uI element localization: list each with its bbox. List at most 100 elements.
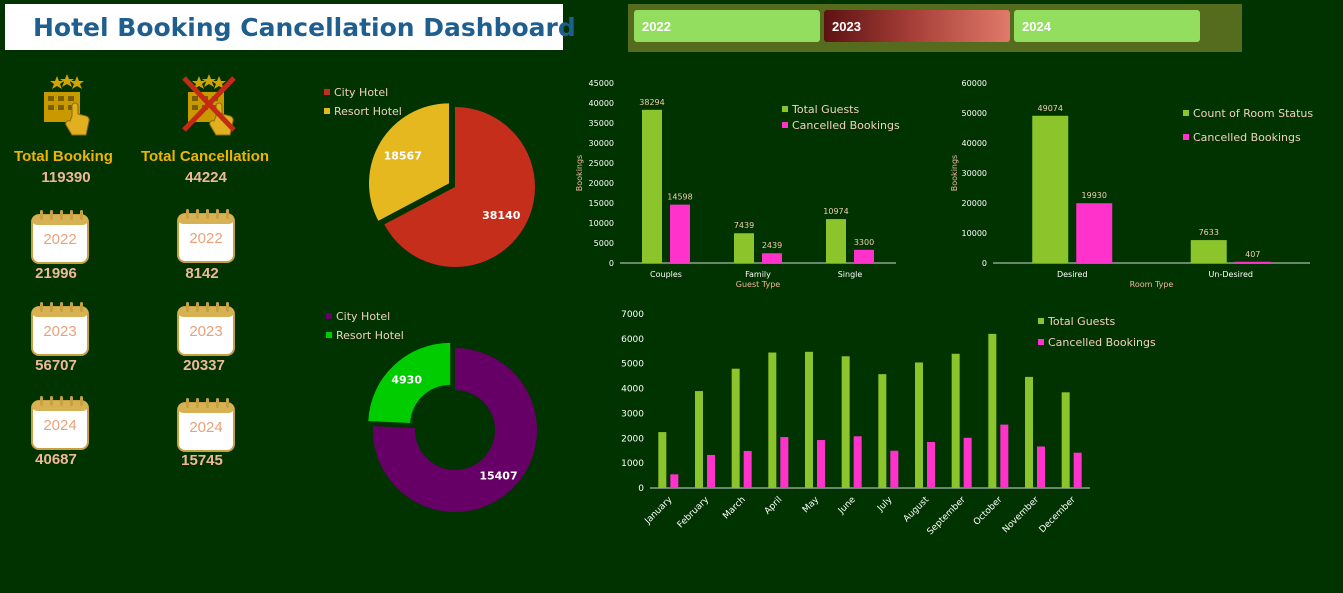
bar-total-guests-august bbox=[915, 362, 923, 488]
year-button-2022[interactable]: 2022 bbox=[634, 10, 820, 42]
y-tick-label: 7000 bbox=[621, 310, 644, 320]
x-tick-label-june: June bbox=[836, 495, 858, 517]
bar-cancelled-bookings-march bbox=[743, 450, 752, 488]
calendar-year: 2024 bbox=[189, 419, 223, 436]
bar-count-of-room-status-un-desired bbox=[1190, 240, 1227, 263]
bar-total-guests-couples bbox=[642, 109, 662, 263]
total-booking-label: Total Booking bbox=[14, 148, 113, 165]
bar-total-guests-may bbox=[805, 351, 813, 488]
legend-swatch-cancelled-bookings bbox=[1183, 134, 1189, 140]
legend-swatch-total-guests bbox=[782, 106, 788, 112]
data-label: 38294 bbox=[639, 98, 664, 107]
data-label: 407 bbox=[1245, 250, 1260, 259]
calendar-2022-cancellations: 2022 bbox=[177, 208, 235, 264]
calendar-2024-cancellations: 2024 bbox=[177, 397, 235, 453]
y-tick-label: 20000 bbox=[962, 199, 987, 208]
bar-total-guests-march bbox=[731, 368, 740, 488]
dashboard-header: Hotel Booking Cancellation Dashboard bbox=[5, 4, 576, 50]
calendar-2022-bookings: 2022 bbox=[31, 209, 89, 265]
y-axis-label: Bookings bbox=[950, 155, 959, 191]
cancellation-2024-value: 15745 bbox=[181, 452, 223, 469]
legend-cancelled-bookings: Cancelled Bookings bbox=[1193, 131, 1301, 144]
legend-cancelled-bookings: Cancelled Bookings bbox=[1048, 336, 1156, 349]
hotel-booking-icon bbox=[44, 74, 90, 136]
x-tick-label-august: August bbox=[902, 495, 932, 525]
x-axis-label: Room Type bbox=[1130, 280, 1174, 289]
bar-cancelled-bookings-july bbox=[890, 450, 899, 488]
x-tick-label-may: May bbox=[801, 495, 822, 516]
bar-cancelled-bookings-family bbox=[762, 253, 782, 263]
y-tick-label: 35000 bbox=[589, 119, 614, 128]
y-tick-label: 4000 bbox=[621, 385, 644, 395]
calendar-year: 2022 bbox=[189, 230, 223, 247]
data-label-city-hotel: 38140 bbox=[482, 209, 521, 222]
x-tick-label-october: October bbox=[972, 495, 1005, 528]
data-label: 49074 bbox=[1038, 104, 1063, 113]
total-cancellation-value: 44224 bbox=[185, 169, 227, 186]
y-tick-label: 6000 bbox=[621, 335, 644, 345]
data-label-city-hotel: 15407 bbox=[479, 470, 517, 483]
legend-resort-hotel: Resort Hotel bbox=[336, 329, 404, 342]
hotel-cancel-icon bbox=[182, 74, 236, 136]
legend-swatch-resort-hotel bbox=[324, 108, 330, 114]
y-tick-label: 20000 bbox=[589, 179, 614, 188]
bar-cancelled-bookings-january bbox=[670, 474, 679, 488]
year-button-2023[interactable]: 2023 bbox=[824, 10, 1010, 42]
legend-count-of-room-status: Count of Room Status bbox=[1193, 107, 1313, 120]
y-tick-label: 40000 bbox=[589, 99, 614, 108]
bar-cancelled-bookings-un-desired bbox=[1234, 261, 1271, 263]
x-tick-label-november: November bbox=[1001, 495, 1041, 535]
y-tick-label: 45000 bbox=[589, 79, 614, 88]
bar-total-guests-july bbox=[878, 374, 887, 488]
y-tick-label: 10000 bbox=[962, 229, 987, 238]
legend-swatch-count-of-room-status bbox=[1183, 110, 1189, 116]
bar-cancelled-bookings-february bbox=[707, 454, 715, 488]
x-tick-label-single: Single bbox=[838, 270, 863, 279]
bar-chart-guest-type: 0 5000 10000 15000 20000 25000 30000 35000 40000… bbox=[575, 79, 900, 289]
bar-total-guests-april bbox=[768, 352, 777, 488]
y-tick-label: 25000 bbox=[589, 159, 614, 168]
y-tick-label: 0 bbox=[609, 259, 614, 268]
bar-total-guests-february bbox=[695, 391, 703, 488]
calendar-year: 2023 bbox=[43, 323, 77, 340]
y-tick-label: 15000 bbox=[589, 199, 614, 208]
bar-total-guests-october bbox=[988, 333, 997, 488]
x-tick-label-un-desired: Un-Desired bbox=[1209, 270, 1253, 279]
y-tick-label: 40000 bbox=[962, 139, 987, 148]
y-tick-label: 50000 bbox=[962, 109, 987, 118]
bar-cancelled-bookings-december bbox=[1073, 452, 1082, 488]
data-label-resort-hotel: 18567 bbox=[384, 150, 422, 163]
data-label-resort-hotel: 4930 bbox=[391, 373, 422, 386]
x-tick-label-january: January bbox=[643, 495, 675, 527]
legend-city-hotel: City Hotel bbox=[334, 86, 388, 99]
data-label: 14598 bbox=[667, 193, 692, 202]
x-tick-label-february: February bbox=[676, 495, 712, 531]
x-tick-label-march: March bbox=[721, 495, 747, 521]
year-button-2024[interactable]: 2024 bbox=[1014, 10, 1200, 42]
data-label: 10974 bbox=[823, 207, 848, 216]
y-tick-label: 2000 bbox=[621, 434, 644, 444]
x-tick-label-couples: Couples bbox=[650, 270, 682, 279]
bar-total-guests-june bbox=[841, 356, 850, 488]
calendar-year: 2023 bbox=[189, 323, 223, 340]
calendar-2023-cancellations: 2023 bbox=[177, 301, 235, 357]
y-tick-label: 5000 bbox=[621, 360, 644, 370]
y-tick-label: 60000 bbox=[962, 79, 987, 88]
bar-cancelled-bookings-november bbox=[1037, 446, 1045, 488]
legend-swatch-resort-hotel bbox=[326, 332, 332, 338]
y-tick-label: 5000 bbox=[594, 239, 614, 248]
bar-total-guests-september bbox=[951, 353, 960, 488]
booking-2024-value: 40687 bbox=[35, 451, 77, 468]
page-title: Hotel Booking Cancellation Dashboard bbox=[33, 12, 576, 42]
bar-total-guests-january bbox=[658, 432, 667, 488]
bar-count-of-room-status-desired bbox=[1032, 115, 1069, 263]
y-tick-label: 1000 bbox=[621, 459, 644, 469]
x-tick-label-july: July bbox=[875, 495, 895, 515]
total-booking-value: 119390 bbox=[41, 169, 91, 186]
y-tick-label: 30000 bbox=[589, 139, 614, 148]
bar-total-guests-family bbox=[734, 233, 754, 263]
legend-total-guests: Total Guests bbox=[791, 103, 859, 116]
x-tick-label-september: September bbox=[926, 495, 968, 537]
x-tick-label-family: Family bbox=[745, 270, 771, 279]
cancellation-2023-value: 20337 bbox=[183, 357, 225, 374]
